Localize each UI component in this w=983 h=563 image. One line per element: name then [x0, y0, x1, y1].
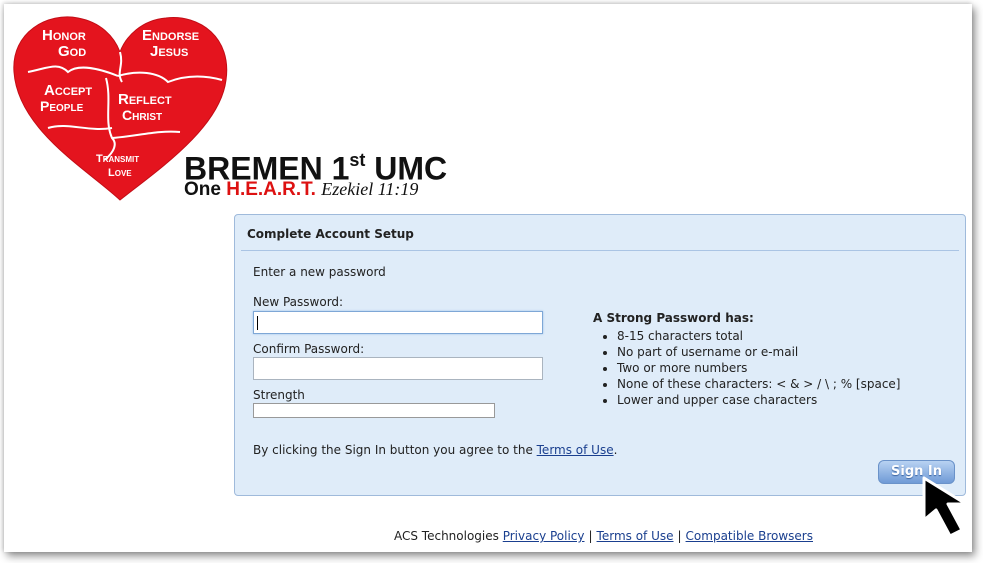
text-caret — [257, 316, 258, 330]
tagline-verse: Ezekiel 11:19 — [321, 179, 419, 199]
panel-divider — [241, 250, 959, 251]
page-footer: ACS Technologies Privacy Policy | Terms of… — [394, 529, 813, 543]
rule-item: Two or more numbers — [617, 360, 900, 376]
compatible-browsers-link[interactable]: Compatible Browsers — [686, 529, 813, 543]
church-name-sup: st — [349, 150, 366, 170]
confirm-password-label: Confirm Password: — [253, 342, 365, 356]
logo-piece-text: Love — [108, 167, 132, 179]
terms-agreement: By clicking the Sign In button you agree… — [253, 443, 617, 457]
tagline-heart: H.E.A.R.T. — [226, 179, 316, 200]
agree-suffix: . — [613, 443, 618, 457]
logo-piece-text: Honor — [42, 27, 86, 44]
mouse-pointer-icon — [922, 476, 968, 538]
footer-prefix: ACS Technologies — [394, 529, 503, 543]
privacy-policy-link[interactable]: Privacy Policy — [503, 529, 585, 543]
logo-piece-text: Accept — [44, 82, 92, 99]
password-rules-list: 8-15 characters total No part of usernam… — [597, 328, 900, 408]
panel-title: Complete Account Setup — [247, 227, 414, 241]
new-password-label: New Password: — [253, 295, 344, 309]
logo-piece-text: God — [58, 43, 86, 60]
logo-piece-text: Transmit — [96, 153, 139, 165]
logo-piece-text: Jesus — [150, 43, 188, 60]
footer-terms-link[interactable]: Terms of Use — [597, 529, 674, 543]
instruction-text: Enter a new password — [253, 265, 386, 279]
logo-piece-text: Endorse — [142, 27, 199, 44]
rule-item: None of these characters: < & > / \ ; % … — [617, 376, 900, 392]
terms-of-use-link[interactable]: Terms of Use — [537, 443, 614, 457]
church-tagline: One H.E.A.R.T. Ezekiel 11:19 — [184, 178, 418, 201]
strength-label: Strength — [253, 388, 305, 402]
rule-item: Lower and upper case characters — [617, 392, 900, 408]
agree-prefix: By clicking the Sign In button you agree… — [253, 443, 537, 457]
strength-meter — [253, 403, 495, 418]
rule-item: No part of username or e-mail — [617, 344, 900, 360]
confirm-password-input[interactable] — [253, 357, 543, 380]
tagline-prefix: One — [184, 179, 227, 200]
account-setup-panel: Complete Account Setup Enter a new passw… — [234, 214, 966, 496]
logo-piece-text: People — [40, 98, 84, 114]
footer-separator: | — [588, 529, 593, 543]
logo-piece-text: Reflect — [118, 91, 172, 108]
rules-title: A Strong Password has: — [593, 311, 754, 325]
rule-item: 8-15 characters total — [617, 328, 900, 344]
new-password-input[interactable] — [253, 311, 543, 334]
logo-piece-text: Christ — [122, 107, 162, 123]
footer-separator: | — [677, 529, 682, 543]
